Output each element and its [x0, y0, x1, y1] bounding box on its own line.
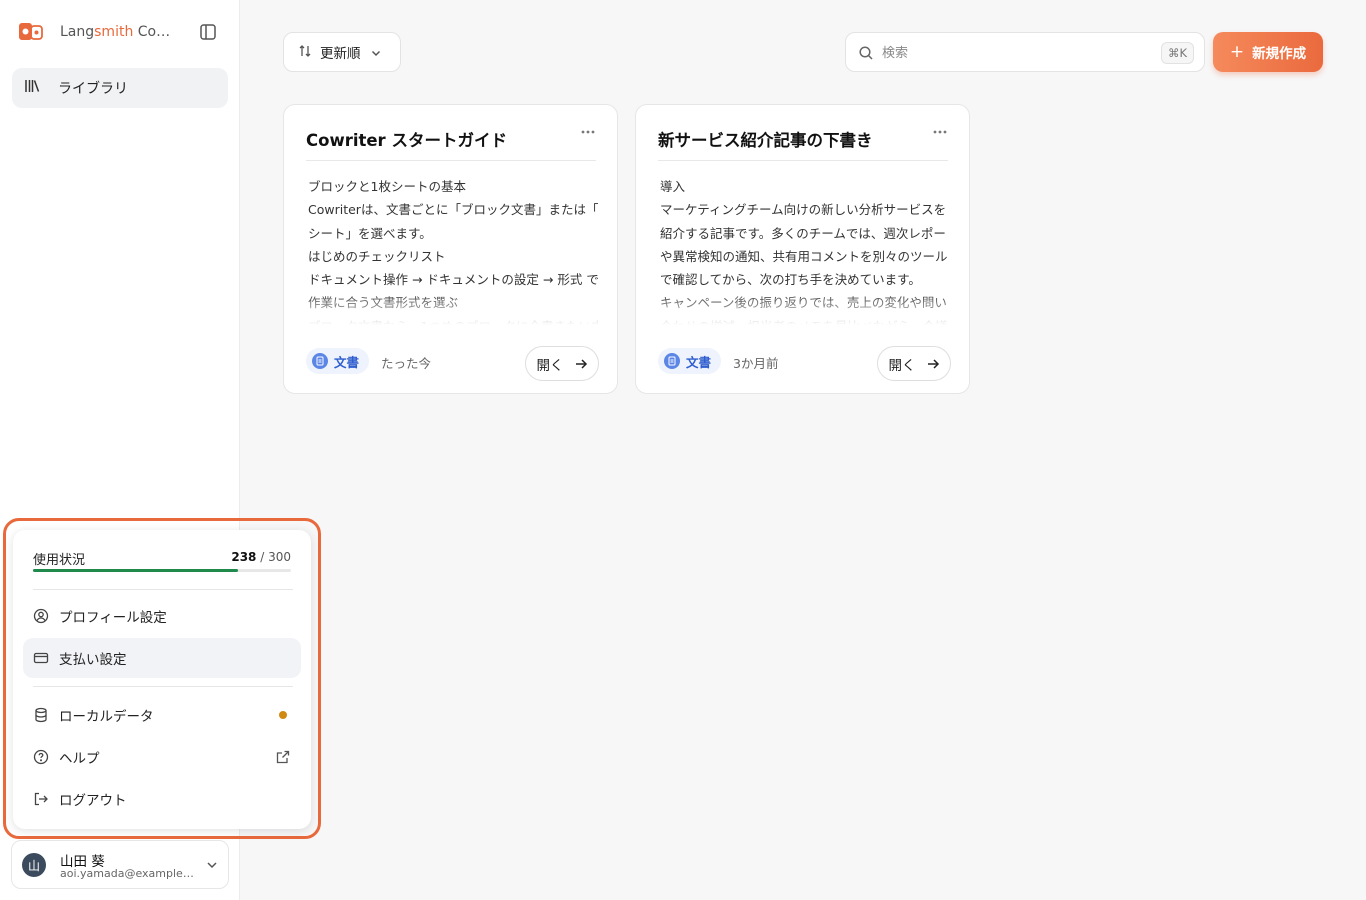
- open-label: 開く: [536, 357, 564, 374]
- user-email: aoi.yamada@example.com: [60, 867, 196, 880]
- open-label: 開く: [888, 357, 916, 374]
- search-input[interactable]: [882, 41, 1152, 65]
- usage-count: 238 / 300: [231, 550, 291, 564]
- external-link-icon: [275, 749, 291, 765]
- sidebar-item-library[interactable]: ライブラリ: [12, 68, 228, 108]
- usage-progress-bar: [33, 569, 291, 572]
- more-options-icon[interactable]: [579, 123, 597, 141]
- card-title: 新サービス紹介記事の下書き: [658, 131, 873, 150]
- library-icon: [24, 78, 40, 98]
- help-circle-icon: [33, 749, 49, 765]
- preview-line: で確認してから、次の打ち手を決めています。: [660, 272, 921, 288]
- search-icon: [858, 45, 874, 61]
- avatar: 山: [22, 853, 46, 877]
- preview-line: ドキュメント操作 → ドキュメントの設定 → 形式 で、: [308, 272, 598, 288]
- menu-item-label: ヘルプ: [59, 751, 100, 767]
- usage-progress-fill: [33, 569, 238, 572]
- more-options-icon[interactable]: [931, 123, 949, 141]
- document-card[interactable]: Cowriter スタートガイド ブロックと1枚シートの基本 Cowriterは…: [283, 104, 618, 394]
- search-box: ⌘K: [845, 32, 1205, 72]
- status-dot: [275, 707, 291, 723]
- new-document-button[interactable]: + 新規作成: [1213, 32, 1323, 72]
- open-button[interactable]: 開く: [525, 346, 599, 381]
- menu-item-local-data[interactable]: ローカルデータ: [23, 695, 301, 735]
- brand-name: Langsmith Cowriter: [60, 24, 178, 40]
- brand[interactable]: Langsmith Cowriter: [18, 20, 178, 44]
- plus-icon: +: [1229, 42, 1245, 62]
- card-preview: 導入 マーケティングチーム向けの新しい分析サービスを 紹介する記事です。多くのチ…: [660, 175, 950, 325]
- card-timestamp: 3か月前: [733, 356, 779, 371]
- menu-item-logout[interactable]: ログアウト: [23, 779, 301, 819]
- chevron-down-icon: [204, 857, 220, 873]
- user-circle-icon: [33, 608, 49, 624]
- arrow-right-icon: [574, 357, 588, 371]
- preview-line: シート」を選べます。: [308, 225, 432, 241]
- arrow-right-icon: [926, 357, 940, 371]
- open-button[interactable]: 開く: [877, 346, 951, 381]
- preview-line: 作業に合う文書形式を選ぶ: [308, 295, 459, 311]
- preview-line: 導入: [660, 179, 686, 194]
- usage-title: 使用状況: [33, 553, 86, 568]
- menu-item-billing-settings[interactable]: 支払い設定: [23, 638, 301, 678]
- sidebar: Langsmith Cowriter ライブラリ 使用状況 238 / 300: [0, 0, 321, 900]
- preview-line: キャンペーン後の振り返りでは、売上の変化や問い: [660, 295, 947, 311]
- preview-line: 合わせの増減、担当者のメモを見比べながら、会議: [660, 315, 950, 325]
- menu-item-label: ローカルデータ: [59, 709, 154, 725]
- doc-type-badge: 文書: [658, 348, 722, 374]
- preview-line: ブロック文書なら、1つめのブロックに全書きたい内: [308, 315, 598, 325]
- preview-line: 紹介する記事です。多くのチームでは、週次レポート: [660, 225, 950, 241]
- brand-logo-icon: [18, 20, 44, 44]
- logout-icon: [33, 791, 49, 807]
- account-menu: 使用状況 238 / 300 プロフィール設定 支払い設定 ローカルデータ ヘル…: [13, 530, 311, 829]
- card-divider: [658, 160, 948, 161]
- database-icon: [33, 707, 49, 723]
- chevron-down-icon: [369, 45, 383, 59]
- preview-line: はじめのチェックリスト: [308, 248, 446, 264]
- menu-item-profile-settings[interactable]: プロフィール設定: [23, 596, 301, 636]
- sort-icon: [298, 43, 312, 62]
- card-title: Cowriter スタートガイド: [306, 131, 507, 150]
- preview-line: ブロックと1枚シートの基本: [308, 179, 466, 194]
- card-timestamp: たった今: [381, 356, 432, 371]
- sort-label: 更新順: [320, 46, 361, 62]
- sort-dropdown[interactable]: 更新順: [283, 32, 401, 72]
- sidebar-item-label: ライブラリ: [58, 81, 128, 97]
- menu-item-help[interactable]: ヘルプ: [23, 737, 301, 777]
- card-divider: [306, 160, 596, 161]
- user-account-button[interactable]: 山 山田 葵 aoi.yamada@example.com: [11, 840, 229, 889]
- sidebar-toggle-icon[interactable]: [198, 22, 218, 42]
- preview-line: Cowriterは、文書ごとに「ブロック文書」または「1枚: [308, 202, 598, 218]
- menu-divider: [33, 686, 293, 687]
- menu-item-label: ログアウト: [59, 793, 127, 809]
- new-document-label: 新規作成: [1252, 46, 1307, 62]
- menu-item-label: 支払い設定: [59, 652, 127, 668]
- document-icon: [312, 353, 328, 369]
- credit-card-icon: [33, 650, 49, 666]
- document-card[interactable]: 新サービス紹介記事の下書き 導入 マーケティングチーム向けの新しい分析サービスを…: [635, 104, 970, 394]
- preview-line: マーケティングチーム向けの新しい分析サービスを: [660, 202, 947, 218]
- card-preview: ブロックと1枚シートの基本 Cowriterは、文書ごとに「ブロック文書」または…: [308, 175, 598, 325]
- document-icon: [664, 353, 680, 369]
- doc-type-badge: 文書: [306, 348, 370, 374]
- preview-line: や異常検知の通知、共有用コメントを別々のツール: [660, 248, 948, 264]
- menu-item-label: プロフィール設定: [59, 610, 167, 626]
- menu-divider: [33, 589, 293, 590]
- search-shortcut-hint: ⌘K: [1160, 42, 1194, 64]
